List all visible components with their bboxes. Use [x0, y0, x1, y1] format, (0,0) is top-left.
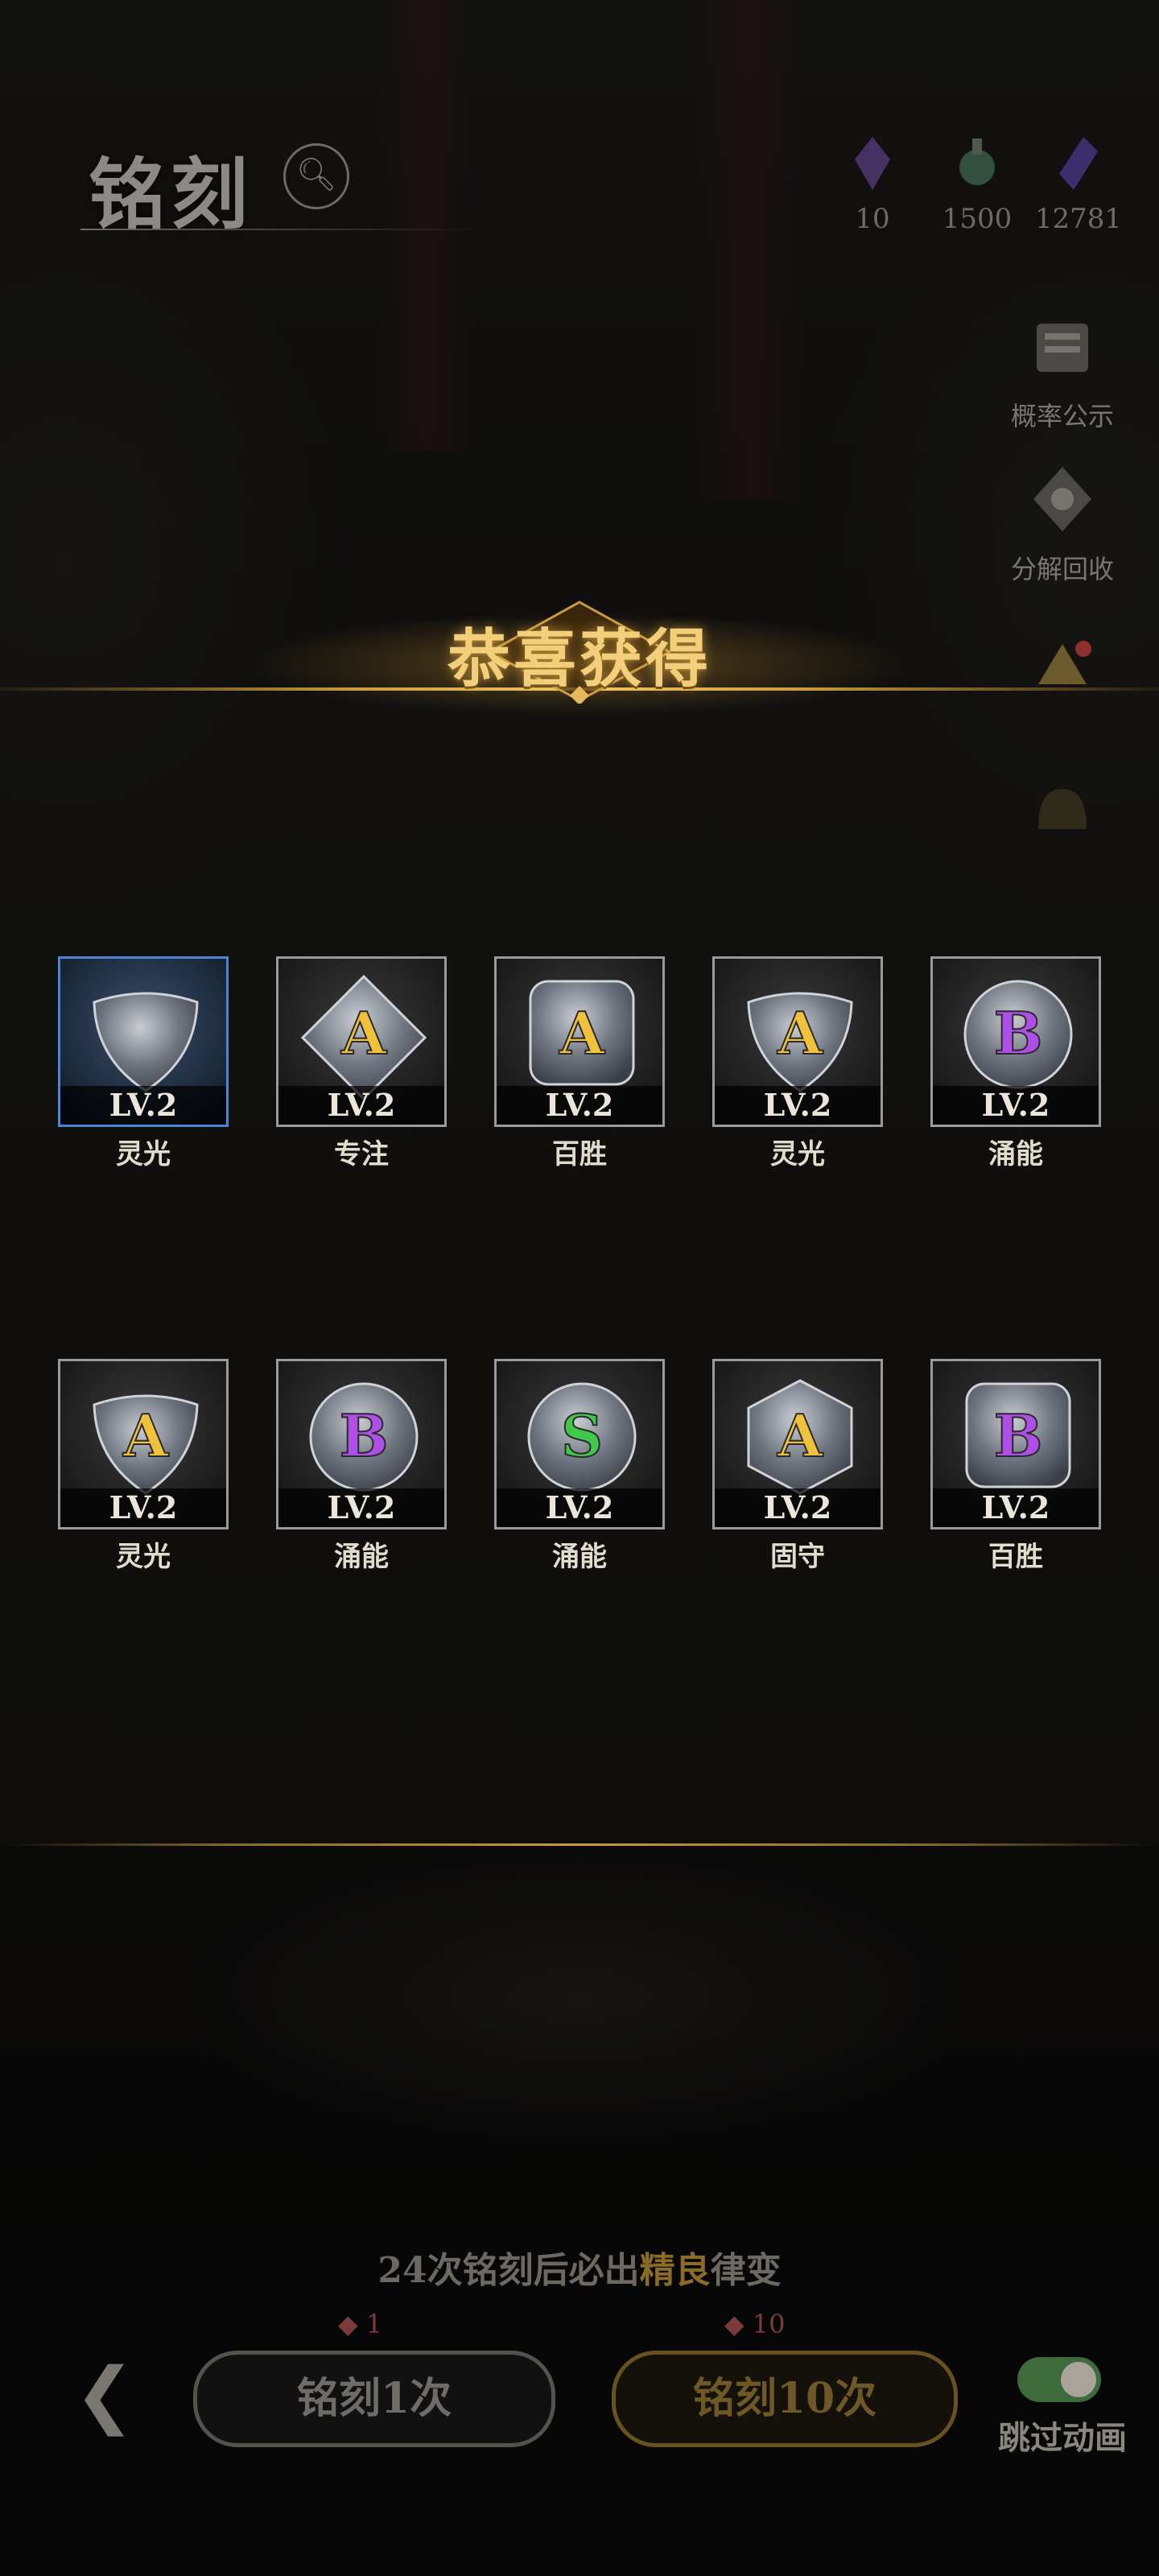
probability-notice-button[interactable]: 概率公示: [998, 306, 1127, 433]
rune-letter: B: [994, 1402, 1043, 1470]
rune-letter: A: [340, 999, 387, 1067]
pity-suffix: 律变: [710, 2250, 782, 2291]
rune-stone-icon: B: [309, 1382, 419, 1492]
page-title: 铭刻: [89, 149, 253, 240]
item-level: LV.2: [715, 1488, 881, 1527]
currency-potion-value: 1500: [942, 203, 1013, 235]
toggle-knob: [1061, 2362, 1096, 2397]
pity-prefix: 24次铭刻后必出: [377, 2250, 640, 2291]
green-potion-icon: [959, 138, 995, 185]
rune-stone-icon: [93, 992, 199, 1092]
reward-item[interactable]: LV.2: [58, 956, 229, 1127]
search-icon[interactable]: 🔍︎: [283, 143, 349, 209]
rune-letter: A: [777, 1402, 823, 1470]
rune-stone-icon: B: [965, 1382, 1071, 1488]
rune-stone-icon: A: [529, 980, 635, 1086]
item-name: 涌能: [988, 1138, 1043, 1170]
item-level: LV.2: [497, 1086, 662, 1125]
skip-animation-toggle[interactable]: [1017, 2357, 1101, 2402]
item-level: LV.2: [60, 1086, 226, 1125]
rune-stone-icon: A: [747, 1379, 853, 1495]
reward-banner: 恭喜获得: [0, 580, 1159, 724]
item-level: LV.2: [715, 1086, 881, 1125]
title-underline: [80, 229, 483, 230]
probability-notice-icon: [1037, 324, 1088, 372]
item-name: 灵光: [770, 1138, 825, 1170]
panel-bottom-line: [0, 1843, 1159, 1846]
currency-potion: 1500: [929, 135, 1025, 235]
reward-item[interactable]: B LV.2: [930, 1359, 1101, 1530]
draw-ten-button[interactable]: 铭刻10次: [612, 2351, 958, 2447]
currency-shard: 12781: [1030, 135, 1127, 235]
reward-item[interactable]: S LV.2: [494, 1359, 665, 1530]
item-name: 涌能: [552, 1541, 607, 1573]
rune-stone-icon: A: [300, 974, 427, 1099]
item-level: LV.2: [278, 1488, 444, 1527]
rune-letter: A: [777, 999, 823, 1067]
purple-crystal-icon: [855, 137, 890, 190]
probability-notice-label: 概率公示: [1010, 401, 1114, 431]
reward-item[interactable]: A LV.2: [58, 1359, 229, 1530]
draw-ten-cost-value: 10: [752, 2309, 786, 2339]
currency-shard-value: 12781: [1034, 203, 1123, 235]
reward-item[interactable]: B LV.2: [930, 956, 1101, 1127]
page-header: 铭刻 🔍︎: [80, 129, 499, 242]
rune-stone-icon: A: [93, 1394, 199, 1495]
reward-title: 恭喜获得: [447, 622, 711, 696]
pity-highlight: 精良: [639, 2250, 711, 2291]
draw-one-cost: ◆ 1: [338, 2309, 383, 2339]
back-arrow-icon: ❮: [74, 2352, 135, 2437]
item-level: LV.2: [60, 1488, 226, 1527]
item-name: 灵光: [116, 1541, 171, 1573]
rune-stone-icon: S: [527, 1382, 637, 1492]
item-name: 百胜: [988, 1541, 1043, 1573]
rune-letter: A: [122, 1402, 169, 1470]
reward-item[interactable]: B LV.2: [276, 1359, 447, 1530]
item-name: 百胜: [552, 1138, 607, 1170]
reward-item[interactable]: A LV.2: [276, 956, 447, 1127]
draw-ten-cost: ◆ 10: [724, 2309, 786, 2339]
item-level: LV.2: [933, 1086, 1099, 1125]
rune-stone-icon: A: [747, 992, 853, 1092]
rune-stone-icon: B: [963, 980, 1073, 1089]
currency-crystal: 10: [824, 135, 921, 235]
decompose-button[interactable]: 分解回收: [998, 459, 1127, 586]
draw-one-button[interactable]: 铭刻1次: [193, 2351, 555, 2447]
rune-letter: B: [340, 1402, 389, 1470]
reward-item[interactable]: A LV.2: [494, 956, 665, 1127]
rune-letter: B: [994, 999, 1043, 1067]
reward-item[interactable]: A LV.2: [712, 956, 883, 1127]
item-level: LV.2: [278, 1086, 444, 1125]
rune-letter: A: [559, 999, 605, 1067]
violet-shard-icon: [1059, 137, 1098, 190]
item-name: 涌能: [334, 1541, 389, 1573]
decompose-reward-icon: [1033, 467, 1091, 531]
rune-letter: S: [561, 1402, 603, 1470]
item-name: 专注: [334, 1138, 389, 1170]
item-level: LV.2: [497, 1488, 662, 1527]
pity-hint: 24次铭刻后必出精良律变: [0, 2241, 1159, 2293]
item-level: LV.2: [933, 1488, 1099, 1527]
currency-crystal-value: 10: [855, 203, 890, 235]
reward-panel: [0, 692, 1159, 1843]
skip-animation-label: 跳过动画: [998, 2419, 1127, 2457]
item-name: 固守: [770, 1541, 825, 1573]
reward-item[interactable]: A LV.2: [712, 1359, 883, 1530]
item-name: 灵光: [116, 1138, 171, 1170]
back-button[interactable]: ❮: [56, 2351, 153, 2439]
draw-one-cost-value: 1: [365, 2309, 383, 2339]
